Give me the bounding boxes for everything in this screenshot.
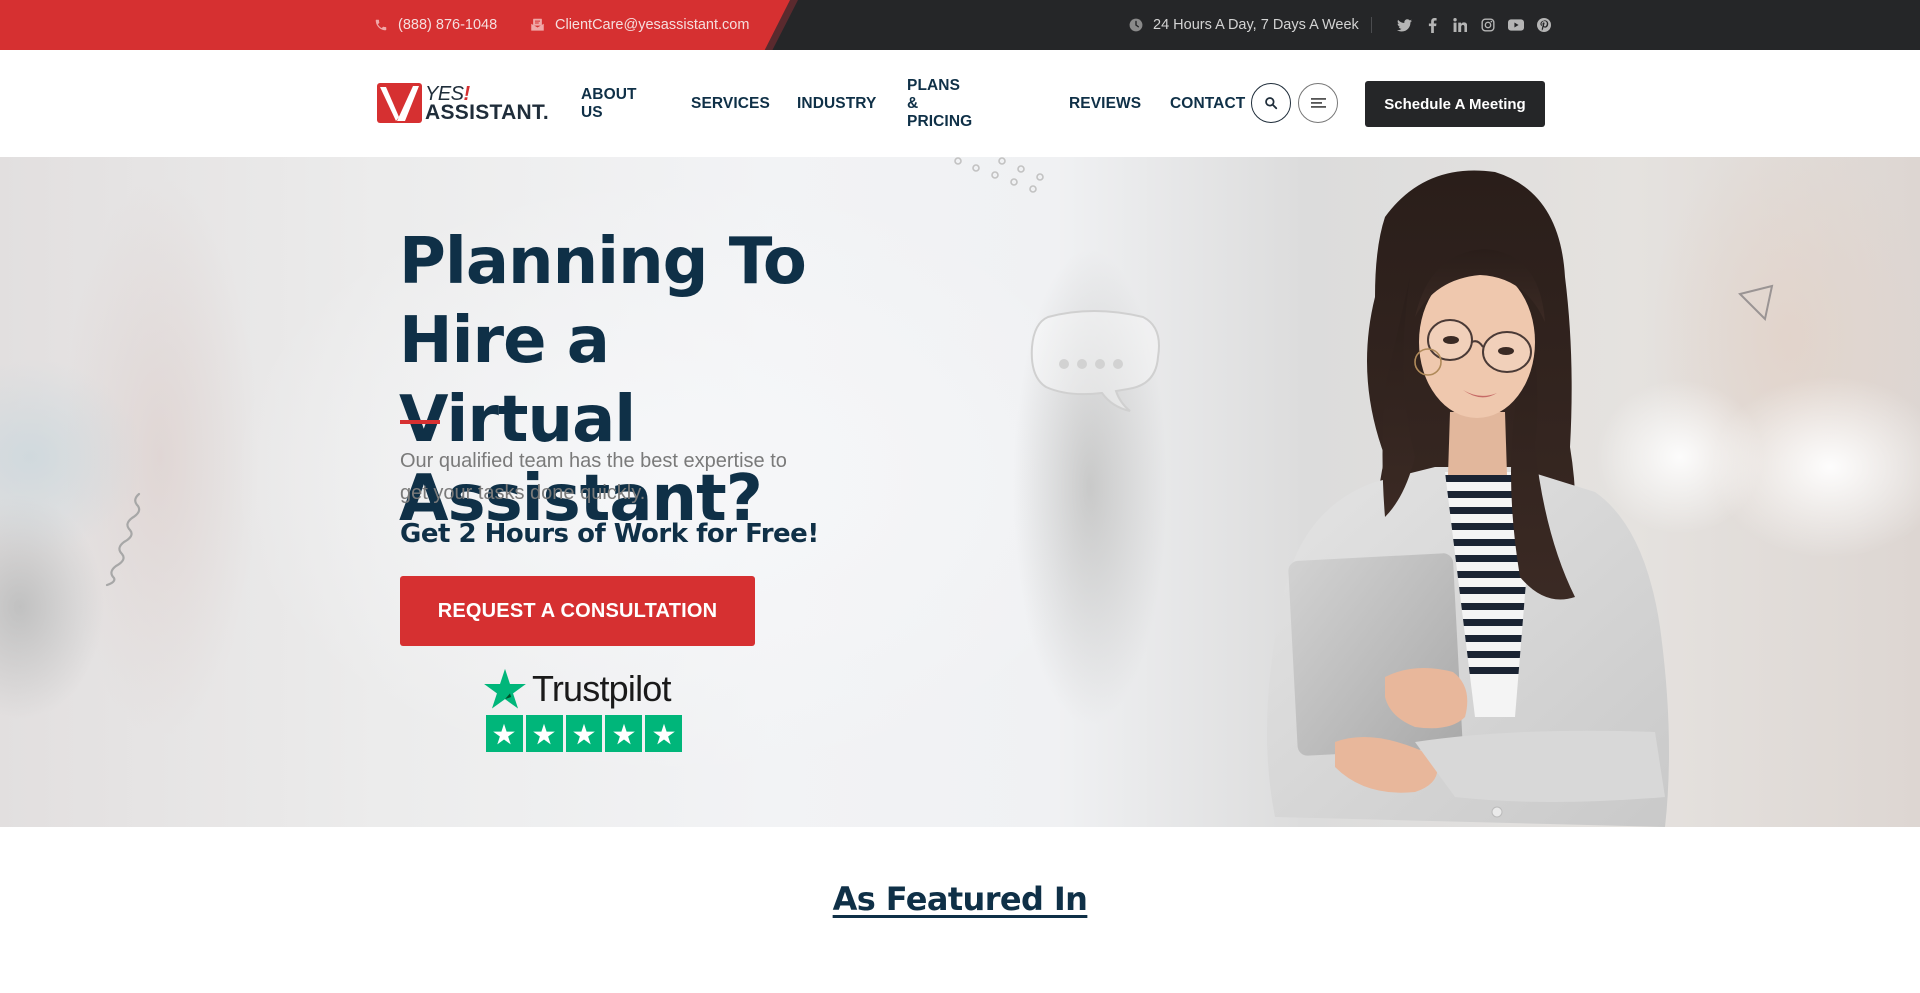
hero-divider (400, 420, 440, 424)
rating-star-icon (486, 715, 523, 752)
top-bar: (888) 876-1048 ClientCare@yesassistant.c… (0, 0, 1920, 50)
clock-icon (1129, 18, 1143, 32)
menu-icon (1310, 98, 1326, 108)
chat-bubble-icon (1030, 310, 1160, 412)
rating-star-icon (525, 715, 563, 752)
menu-button[interactable] (1298, 83, 1338, 123)
logo-mark-icon (377, 83, 422, 123)
trustpilot-badge[interactable]: Trustpilot (482, 665, 682, 752)
triangle-outline-icon (1738, 284, 1774, 322)
squiggle-line-icon (105, 492, 141, 587)
nav-item-about-us[interactable]: ABOUT US (581, 50, 637, 157)
request-consultation-button[interactable]: REQUEST A CONSULTATION (400, 576, 755, 646)
topbar-divider (1371, 17, 1372, 33)
hero-person-image (1267, 170, 1669, 827)
search-icon (1265, 97, 1278, 110)
pinterest-icon[interactable] (1530, 18, 1558, 32)
logo-wordmark: YES! ASSISTANT. (425, 84, 549, 123)
schedule-meeting-button[interactable]: Schedule A Meeting (1365, 81, 1545, 127)
nav-item-services[interactable]: SERVICES (691, 50, 770, 157)
site-logo[interactable]: YES! ASSISTANT. (377, 83, 549, 123)
decorative-dots-icon (954, 157, 1044, 193)
trustpilot-star-icon (484, 668, 526, 709)
hours-text: 24 Hours A Day, 7 Days A Week (1153, 17, 1359, 33)
linkedin-icon[interactable] (1446, 18, 1474, 32)
envelope-icon (531, 18, 544, 31)
phone-number: (888) 876-1048 (398, 17, 498, 33)
facebook-icon[interactable] (1418, 17, 1446, 33)
featured-heading[interactable]: As Featured In (833, 880, 1088, 918)
business-hours: 24 Hours A Day, 7 Days A Week (1129, 0, 1359, 50)
trustpilot-wordmark: Trustpilot (532, 668, 672, 709)
hero-offer: Get 2 Hours of Work for Free! (400, 519, 819, 549)
phone-icon (375, 19, 387, 31)
nav-item-plans-pricing[interactable]: PLANS & PRICING (907, 50, 972, 157)
search-button[interactable] (1251, 83, 1291, 123)
nav-item-contact[interactable]: CONTACT (1170, 50, 1245, 157)
logo-assistant-text: ASSISTANT. (425, 100, 549, 124)
rating-star-icon (605, 715, 643, 752)
email-address: ClientCare@yesassistant.com (555, 17, 750, 33)
nav-item-reviews[interactable]: REVIEWS (1069, 50, 1141, 157)
social-links (1390, 0, 1558, 50)
rating-star-icon (565, 715, 603, 752)
hero-section: Planning To Hire a Virtual Assistant? Ou… (0, 157, 1920, 827)
rating-star-icon (645, 715, 682, 752)
hero-subtitle: Our qualified team has the best expertis… (400, 450, 787, 504)
nav-item-industry[interactable]: INDUSTRY (797, 50, 876, 157)
hero-title-line-1: Planning To Hire a (399, 225, 807, 378)
featured-section: As Featured In (0, 880, 1920, 918)
email-link[interactable]: ClientCare@yesassistant.com (530, 0, 749, 50)
phone-link[interactable]: (888) 876-1048 (374, 0, 497, 50)
trustpilot-rating (486, 715, 682, 752)
youtube-icon[interactable] (1502, 19, 1530, 31)
instagram-icon[interactable] (1474, 18, 1502, 32)
twitter-icon[interactable] (1390, 18, 1418, 32)
